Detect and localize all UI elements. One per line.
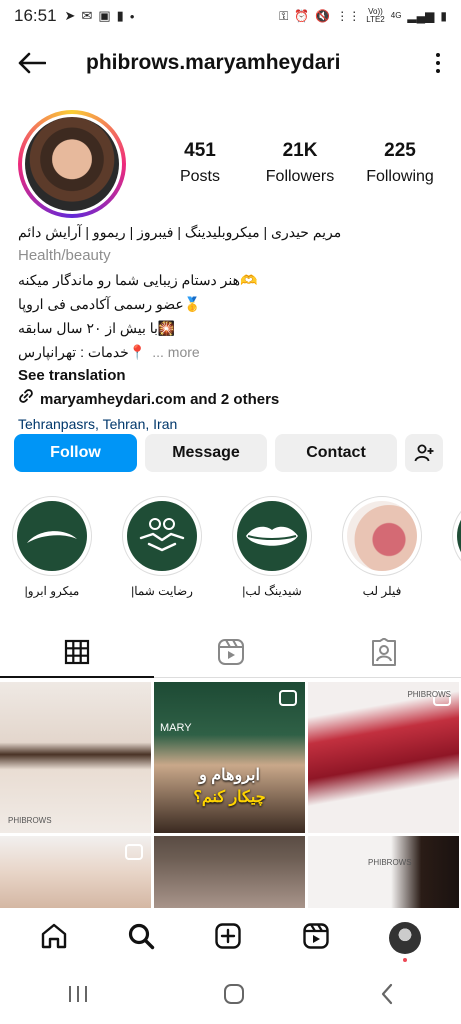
stat-value: 21K bbox=[282, 140, 318, 161]
post-brand-label: PHIBROWS bbox=[407, 690, 451, 699]
bottom-navigation bbox=[0, 908, 461, 968]
message-button[interactable]: Message bbox=[145, 434, 267, 472]
profile-stats: 451 Posts 21K Followers 225 Following bbox=[150, 140, 450, 186]
lips-icon bbox=[237, 501, 307, 571]
highlight-label: |شیدینگ لب bbox=[242, 584, 302, 598]
add-user-icon bbox=[414, 444, 434, 462]
notification-dot bbox=[403, 958, 408, 962]
reel-badge-icon bbox=[279, 690, 297, 706]
create-post-icon[interactable] bbox=[214, 922, 242, 955]
status-time: 16:51 bbox=[14, 6, 57, 25]
recent-apps-icon[interactable] bbox=[67, 984, 89, 1009]
contact-button[interactable]: Contact bbox=[275, 434, 397, 472]
post-brand-label: PHIBROWS bbox=[8, 816, 52, 825]
highlight-label: فیلر لب bbox=[362, 584, 402, 598]
see-translation-link[interactable]: See translation bbox=[18, 364, 448, 388]
stat-followers[interactable]: 21K Followers bbox=[250, 140, 350, 186]
profile-avatar[interactable] bbox=[18, 110, 126, 218]
stat-label: Followers bbox=[265, 168, 335, 185]
reels-icon bbox=[217, 638, 244, 665]
follow-button[interactable]: Follow bbox=[14, 434, 137, 472]
post-caption: ابروهام و چیکار کنم؟ bbox=[154, 765, 305, 809]
link-icon bbox=[18, 388, 34, 412]
search-icon[interactable] bbox=[127, 922, 155, 955]
bio-line: 🎇با بیش از ۲۰ سال سابقه bbox=[18, 320, 176, 336]
profile-username: phibrows.maryamheydari bbox=[86, 51, 341, 74]
telegram-icon: ➤ bbox=[64, 8, 76, 23]
post-thumbnail[interactable]: ابروهام و چیکار کنم؟ MARY bbox=[154, 682, 305, 833]
profile-tabs bbox=[0, 626, 461, 678]
alarm-icon: ⏰ bbox=[294, 9, 310, 23]
stat-posts[interactable]: 451 Posts bbox=[150, 140, 250, 186]
home-icon[interactable] bbox=[40, 922, 68, 955]
bio-line: 🥇عضو رسمی آکادمی فی اروپا bbox=[18, 296, 202, 312]
bio-website-link[interactable]: maryamheydari.com and 2 others bbox=[40, 388, 279, 412]
system-navigation bbox=[0, 968, 461, 1024]
add-user-button[interactable] bbox=[405, 434, 443, 472]
network-label-bottom: LTE2 bbox=[366, 15, 385, 24]
post-thumbnail[interactable]: PHIBROWS bbox=[0, 682, 151, 833]
reels-nav-icon[interactable] bbox=[302, 922, 330, 955]
highlight-item[interactable]: |میکرو ابرو bbox=[10, 496, 94, 606]
sim-icon: ▮ bbox=[116, 8, 124, 23]
gallery-icon: ▣ bbox=[98, 8, 111, 23]
tagged-person-icon bbox=[372, 637, 397, 666]
more-options-icon[interactable] bbox=[433, 53, 443, 73]
highlight-label: |رضایت شما bbox=[131, 584, 193, 598]
profile-avatar-nav[interactable] bbox=[389, 922, 422, 962]
eyebrow-icon bbox=[17, 501, 87, 571]
bio-line: 📍خدمات : تهرانپارس bbox=[18, 344, 147, 360]
wifi-calling-icon: ⋮⋮ bbox=[336, 9, 361, 23]
status-bar: 16:51 ➤ ✉ ▣ ▮ • ⚿ ⏰ 🔇 ⋮⋮ Vo)) LTE2 4G ▂▄… bbox=[0, 0, 461, 32]
handshake-icon bbox=[127, 501, 197, 571]
battery-icon: ▮ bbox=[440, 9, 447, 23]
bio-category: Health/beauty bbox=[18, 247, 111, 264]
avatar-photo bbox=[25, 117, 119, 211]
post-brand-label: PHIBROWS bbox=[368, 858, 412, 867]
stat-value: 451 bbox=[184, 140, 216, 161]
post-thumbnail[interactable]: PHIBROWS bbox=[308, 682, 459, 833]
post-caption-line: ابروهام و bbox=[199, 767, 260, 784]
highlight-item[interactable]: فیلر لب bbox=[340, 496, 424, 606]
highlight-label: |میکرو ابرو bbox=[24, 584, 80, 598]
back-arrow-icon[interactable] bbox=[18, 47, 50, 79]
highlight-item[interactable]: |شیدینگ لب bbox=[230, 496, 314, 606]
tab-reels[interactable] bbox=[154, 626, 308, 677]
post-thumbnail[interactable] bbox=[154, 836, 305, 908]
highlight-cover bbox=[457, 501, 461, 571]
profile-bio: مریم حیدری | میکروبلیدینگ | فیبروز | ریم… bbox=[18, 220, 448, 436]
grid-icon bbox=[64, 639, 89, 664]
mail-icon: ✉ bbox=[81, 8, 93, 23]
profile-header: phibrows.maryamheydari bbox=[0, 40, 461, 86]
highlight-item[interactable]: |رضایت شما bbox=[120, 496, 204, 606]
reel-badge-icon bbox=[125, 844, 143, 860]
tab-tagged[interactable] bbox=[307, 626, 461, 677]
stat-value: 225 bbox=[384, 140, 416, 161]
highlight-label: | bbox=[450, 584, 461, 598]
story-highlights: |میکرو ابرو |رضایت شما |شیدینگ لب فیلر ل… bbox=[10, 496, 461, 606]
profile-actions: Follow Message Contact bbox=[14, 434, 450, 472]
key-icon: ⚿ bbox=[279, 8, 289, 23]
bio-name: مریم حیدری | میکروبلیدینگ | فیبروز | ریم… bbox=[18, 224, 342, 240]
mute-icon: 🔇 bbox=[315, 9, 331, 23]
stat-label: Following bbox=[366, 168, 434, 185]
bio-location-link[interactable]: Tehranpasrs, Tehran, Iran bbox=[18, 412, 448, 436]
home-button-icon[interactable] bbox=[223, 983, 245, 1010]
back-button-icon[interactable] bbox=[380, 983, 394, 1010]
net-type-label: 4G bbox=[390, 11, 402, 20]
tab-posts-grid[interactable] bbox=[0, 626, 154, 678]
post-thumbnail[interactable]: PHIBROWS bbox=[308, 836, 459, 908]
highlight-item[interactable]: | bbox=[450, 496, 461, 606]
post-thumbnail[interactable] bbox=[0, 836, 151, 908]
lip-filler-photo bbox=[347, 501, 417, 571]
post-caption-line: چیکار کنم؟ bbox=[193, 789, 266, 806]
posts-grid: PHIBROWS ابروهام و چیکار کنم؟ MARY PHIBR… bbox=[0, 682, 461, 908]
bio-line: 🫶هنر دستام زیبایی شما رو ماندگار میکنه bbox=[18, 272, 258, 288]
post-side-brand: MARY bbox=[160, 722, 192, 734]
stat-label: Posts bbox=[179, 168, 220, 185]
bio-more-link[interactable]: ... more bbox=[152, 340, 199, 364]
stat-following[interactable]: 225 Following bbox=[350, 140, 450, 186]
signal-icon: ▂▄▆ bbox=[407, 9, 435, 23]
notification-dot-icon: • bbox=[129, 8, 135, 24]
